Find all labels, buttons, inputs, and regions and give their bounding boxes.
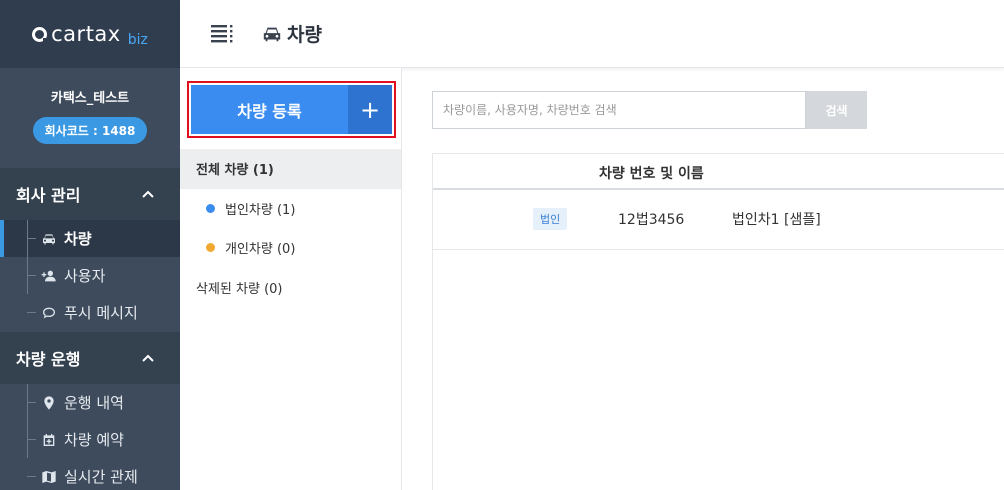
chat-bubble-icon [40,304,58,322]
user-plus-icon [40,267,58,285]
corporate-dot-icon [206,203,215,213]
register-vehicle-button[interactable]: 차량 등록 + [191,85,392,134]
logo-text: cartax [51,22,121,46]
search-bar: 검색 [432,91,867,129]
sidebar-item-label: 차량 예약 [64,431,124,449]
table-row[interactable]: 법인 12법3456 법인차1 [샘플] [433,190,1004,250]
sidebar-item-users[interactable]: 사용자 [0,257,180,294]
sidebar-item-label: 차량 [64,230,92,248]
active-indicator [0,220,4,257]
sidebar-item-trip-history[interactable]: 운행 내역 [0,384,180,421]
sidebar-item-vehicle[interactable]: 차량 [0,220,180,257]
company-code-badge: 회사코드 : 1488 [32,117,148,144]
list-menu-icon[interactable] [210,22,234,46]
nav-list-operation: 운행 내역 차량 예약 실시간 관제 [0,384,180,490]
register-vehicle-label[interactable]: 차량 등록 [191,85,348,134]
personal-dot-icon [206,243,215,253]
category-all-vehicles[interactable]: 전체 차량 (1) [180,149,401,189]
sidebar-item-reservation[interactable]: 차량 예약 [0,421,180,458]
category-corporate-vehicles[interactable]: 법인차량 (1) [180,189,401,229]
company-name: 카택스_테스트 [50,91,130,106]
category-deleted-vehicles[interactable]: 삭제된 차량 (0) [180,268,401,308]
logo-mark-icon [32,27,49,43]
page-title: 차량 [287,24,322,46]
category-label: 법인차량 (1) [225,202,296,218]
nav-list-company: 차량 사용자 푸시 메시지 [0,220,180,331]
top-header: 차량 [180,0,1004,68]
calendar-plus-icon [40,431,58,449]
company-info: 카택스_테스트 회사코드 : 1488 [0,68,180,168]
sidebar-item-push-message[interactable]: 푸시 메시지 [0,294,180,331]
sidebar: cartax biz 카택스_테스트 회사코드 : 1488 회사 관리 차량 … [0,0,180,490]
vehicle-name: 법인차1 [샘플] [732,212,821,228]
category-label: 개인차량 (0) [225,242,296,258]
map-pin-icon [40,394,58,412]
chevron-up-icon [142,187,154,201]
category-personal-vehicles[interactable]: 개인차량 (0) [180,228,401,268]
category-list: 전체 차량 (1) 법인차량 (1) 개인차량 (0) 삭제된 차량 (0) [180,149,401,307]
corporate-badge: 법인 [533,208,568,230]
sidebar-item-label: 운행 내역 [64,394,124,412]
section-vehicle-operation[interactable]: 차량 운행 [0,332,180,384]
section-company-management[interactable]: 회사 관리 [0,168,180,220]
vehicle-table: 차량 번호 및 이름 법인 12법3456 법인차1 [샘플] [432,153,1004,490]
car-icon [261,23,283,45]
table-header: 차량 번호 및 이름 [433,154,1004,190]
car-icon [40,230,58,248]
section-title: 차량 운행 [16,350,81,369]
vehicle-number: 12법3456 [618,212,685,228]
plus-icon[interactable]: + [348,85,392,134]
sidebar-item-label: 실시간 관제 [64,468,138,486]
logo-sub: biz [127,32,148,48]
register-highlight: 차량 등록 + [187,81,396,138]
logo[interactable]: cartax biz [0,0,180,68]
search-button[interactable]: 검색 [806,91,867,129]
map-icon [40,468,58,486]
sidebar-item-realtime-control[interactable]: 실시간 관제 [0,458,180,490]
sidebar-item-label: 푸시 메시지 [64,304,138,322]
sidebar-item-label: 사용자 [64,267,106,285]
section-title: 회사 관리 [16,186,81,205]
category-panel: 차량 등록 + 전체 차량 (1) 법인차량 (1) 개인차량 (0) 삭제된 … [180,68,402,490]
chevron-up-icon [142,351,154,365]
column-header-vehicle: 차량 번호 및 이름 [599,166,704,182]
search-input[interactable] [432,91,806,129]
